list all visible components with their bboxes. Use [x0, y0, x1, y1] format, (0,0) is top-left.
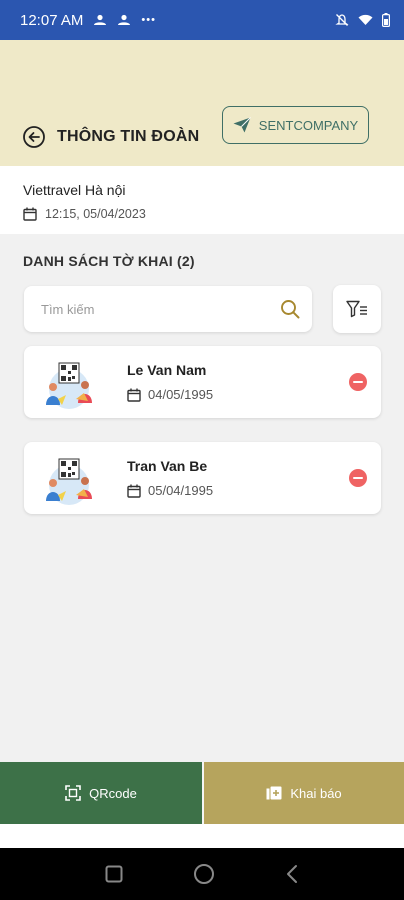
calendar-icon — [127, 484, 141, 498]
qr-people-illustration-icon — [46, 458, 92, 505]
group-datetime: 12:15, 05/04/2023 — [45, 207, 146, 221]
declare-label: Khai báo — [290, 785, 342, 801]
system-back-button[interactable] — [285, 864, 299, 884]
sent-company-label: SENTCOMPANY — [258, 117, 359, 133]
dob-row: 05/04/1995 — [127, 483, 213, 498]
status-time: 12:07 AM — [20, 11, 84, 29]
chevron-left-icon — [287, 865, 297, 883]
remove-button[interactable] — [349, 373, 367, 391]
bottom-action-bar: QRcode Khai báo — [0, 762, 404, 824]
dob-row: 04/05/1995 — [127, 387, 213, 402]
recent-apps-button[interactable] — [105, 865, 123, 883]
filter-button[interactable] — [333, 285, 381, 333]
square-icon — [105, 865, 123, 883]
filter-icon — [346, 300, 367, 318]
send-icon — [233, 117, 251, 133]
calendar-icon — [127, 388, 141, 402]
search-input[interactable] — [41, 301, 280, 317]
bottom-spacer — [0, 824, 404, 848]
group-name: Viettravel Hà nội — [23, 182, 126, 198]
calendar-icon — [23, 207, 37, 221]
group-date-row: 12:15, 05/04/2023 — [23, 207, 146, 221]
user-notification-icon — [93, 14, 107, 26]
qr-people-illustration-icon — [46, 362, 92, 409]
user-notification-icon — [117, 14, 131, 26]
qrcode-button[interactable]: QRcode — [0, 762, 202, 824]
back-button[interactable] — [22, 125, 46, 149]
search-box — [24, 286, 312, 332]
sent-company-button[interactable]: SENTCOMPANY — [222, 106, 369, 144]
search-icon[interactable] — [280, 299, 300, 319]
circle-icon — [194, 864, 214, 884]
person-name: Tran Van Be — [127, 458, 208, 474]
group-info: Viettravel Hà nội 12:15, 05/04/2023 — [0, 166, 404, 234]
arrow-left-circle-icon — [23, 126, 45, 148]
battery-icon — [382, 13, 390, 27]
status-bar: 12:07 AM ••• — [0, 0, 404, 40]
person-dob: 04/05/1995 — [148, 387, 214, 402]
add-document-icon — [266, 786, 282, 800]
mute-icon — [335, 13, 349, 27]
declare-button[interactable]: Khai báo — [202, 762, 404, 824]
declaration-list-title: DANH SÁCH TỜ KHAI (2) — [23, 253, 195, 269]
remove-button[interactable] — [349, 469, 367, 487]
minus-icon — [353, 477, 363, 479]
system-nav-bar — [0, 848, 404, 900]
more-notifications-icon: ••• — [141, 14, 156, 26]
wifi-icon — [358, 14, 373, 26]
list-item[interactable]: Tran Van Be 05/04/1995 — [24, 442, 381, 514]
page-title: THÔNG TIN ĐOÀN — [57, 128, 200, 145]
minus-icon — [353, 381, 363, 383]
qr-scan-icon — [65, 785, 81, 801]
home-button[interactable] — [193, 863, 215, 885]
person-name: Le Van Nam — [127, 362, 207, 378]
list-item[interactable]: Le Van Nam 04/05/1995 — [24, 346, 381, 418]
person-dob: 05/04/1995 — [148, 483, 214, 498]
qrcode-label: QRcode — [89, 785, 137, 801]
app-header: THÔNG TIN ĐOÀN SENTCOMPANY — [0, 40, 404, 166]
